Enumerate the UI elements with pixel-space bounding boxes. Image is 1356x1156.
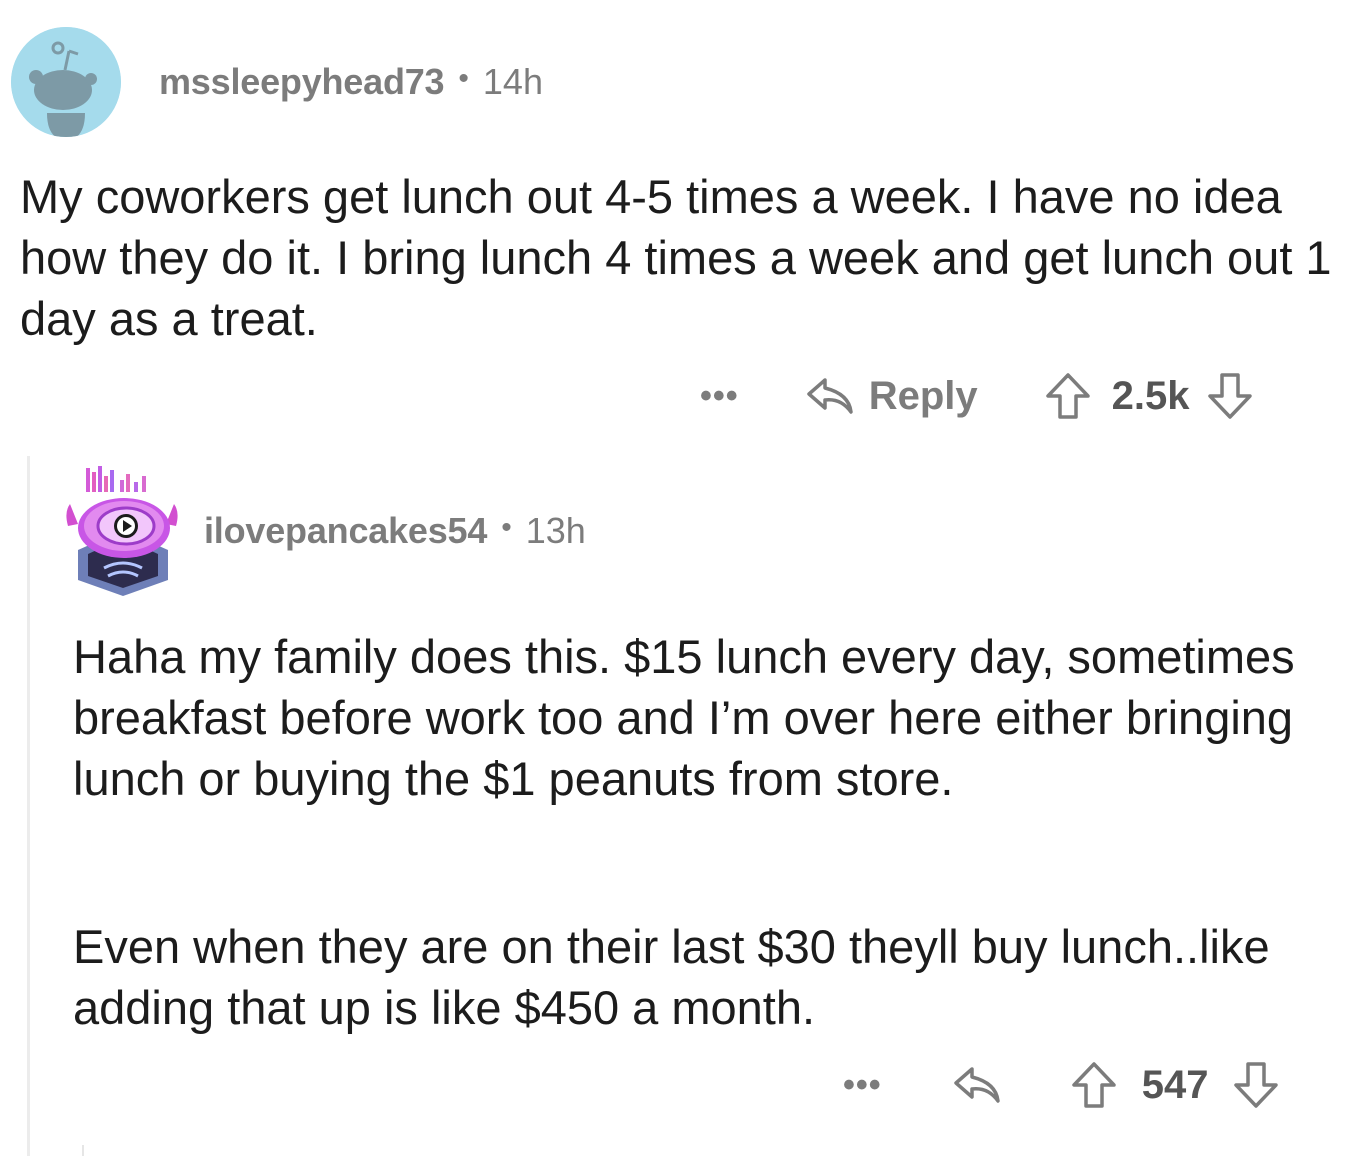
downvote-arrow-icon[interactable] xyxy=(1230,1059,1282,1111)
more-options-button[interactable]: ••• xyxy=(700,379,739,413)
more-options-button[interactable]: ••• xyxy=(843,1068,882,1102)
thread-line[interactable] xyxy=(27,456,30,1156)
comment-timestamp[interactable]: 13h xyxy=(526,510,586,552)
snoo-avatar[interactable] xyxy=(11,27,121,137)
reply-button[interactable]: Reply xyxy=(803,374,978,419)
reply-arrow-icon xyxy=(803,374,855,418)
comment-timestamp[interactable]: 14h xyxy=(483,61,543,103)
meta-separator: • xyxy=(501,511,512,544)
comment-2-actions: ••• 547 xyxy=(843,1059,1282,1111)
comment-body-paragraph-2: Even when they are on their last $30 the… xyxy=(73,920,1270,1034)
comment-body: My coworkers get lunch out 4-5 times a w… xyxy=(20,170,1332,345)
comment-1-header: mssleepyhead73 • 14h xyxy=(11,27,543,137)
comment-author[interactable]: mssleepyhead73 xyxy=(159,61,445,103)
comment-body-paragraph-1: Haha my family does this. $15 lunch ever… xyxy=(73,630,1295,805)
reply-arrow-icon[interactable] xyxy=(950,1063,1002,1107)
meta-separator: • xyxy=(458,62,469,95)
comment-1-actions: ••• Reply 2.5k xyxy=(700,370,1256,422)
comment-2-header: ilovepancakes54 • 13h xyxy=(64,462,586,600)
thread-line[interactable] xyxy=(82,1145,84,1156)
vote-count: 547 xyxy=(1141,1062,1209,1107)
upvote-arrow-icon[interactable] xyxy=(1042,370,1094,422)
dj-speaker-avatar-icon xyxy=(66,466,178,596)
vote-count: 2.5k xyxy=(1111,373,1190,418)
comment-author[interactable]: ilovepancakes54 xyxy=(204,510,487,552)
reply-label: Reply xyxy=(868,373,978,418)
snoo-icon xyxy=(11,27,121,137)
downvote-arrow-icon[interactable] xyxy=(1204,370,1256,422)
upvote-arrow-icon[interactable] xyxy=(1068,1059,1120,1111)
dj-avatar[interactable] xyxy=(64,462,182,600)
